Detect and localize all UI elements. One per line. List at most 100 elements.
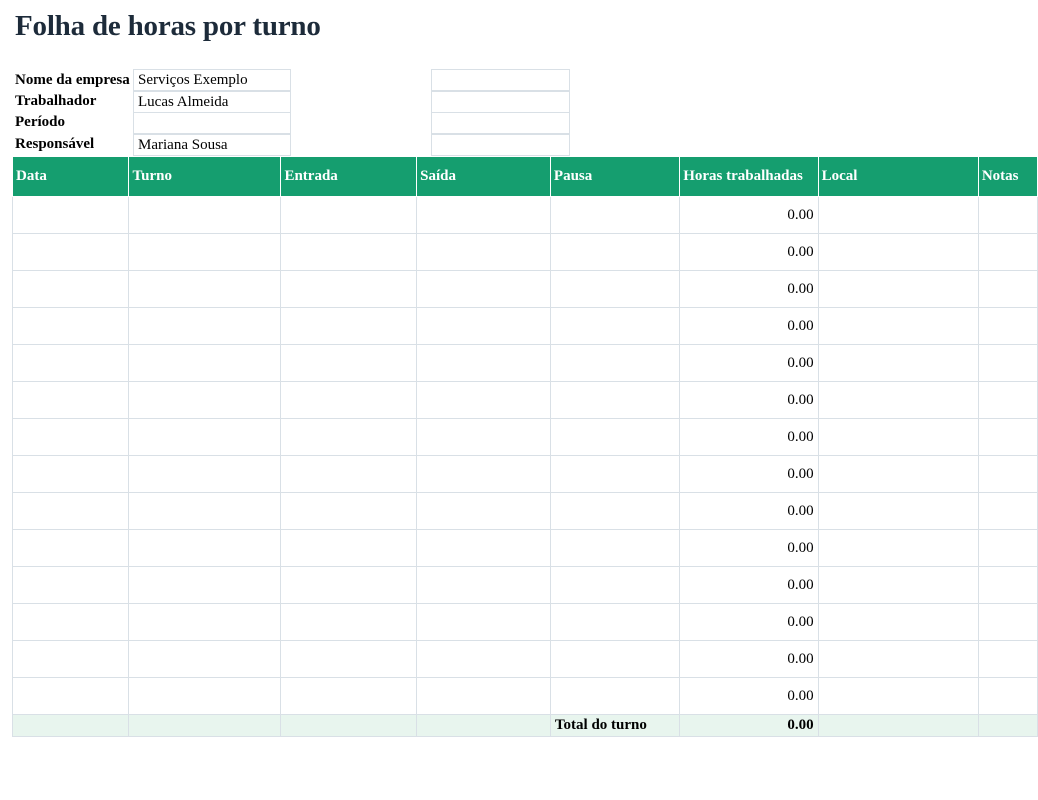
exit-cell[interactable] [416,196,551,234]
shift-cell[interactable] [128,381,282,419]
exit-cell[interactable] [416,677,551,715]
date-cell[interactable] [11,640,130,678]
break-cell[interactable] [549,566,681,604]
entry-cell[interactable] [280,455,418,493]
exit-cell[interactable] [416,566,551,604]
exit-cell[interactable] [416,233,551,271]
shift-cell[interactable] [128,529,282,567]
shift-cell[interactable] [128,603,282,641]
break-cell[interactable] [549,529,681,567]
entry-cell[interactable] [280,566,418,604]
exit-cell[interactable] [416,270,551,308]
location-cell[interactable] [817,418,979,456]
entry-cell[interactable] [280,640,418,678]
date-cell[interactable] [11,566,130,604]
notes-cell[interactable] [977,307,1038,345]
break-cell[interactable] [549,640,681,678]
shift-cell[interactable] [128,233,282,271]
entry-cell[interactable] [280,492,418,530]
location-cell[interactable] [817,455,979,493]
location-cell[interactable] [817,640,979,678]
location-cell[interactable] [817,603,979,641]
notes-cell[interactable] [977,344,1038,382]
shift-cell[interactable] [128,270,282,308]
break-cell[interactable] [549,233,681,271]
break-cell[interactable] [549,307,681,345]
shift-cell[interactable] [128,492,282,530]
notes-cell[interactable] [977,640,1038,678]
worker-field[interactable]: Lucas Almeida [133,91,291,113]
date-cell[interactable] [11,529,130,567]
company-name-field[interactable]: Serviços Exemplo [133,69,291,91]
exit-cell[interactable] [416,381,551,419]
notes-cell[interactable] [977,233,1038,271]
period-field[interactable] [133,112,291,134]
notes-cell[interactable] [977,529,1038,567]
date-cell[interactable] [11,270,130,308]
date-cell[interactable] [11,196,130,234]
location-cell[interactable] [817,492,979,530]
break-cell[interactable] [549,344,681,382]
shift-cell[interactable] [128,418,282,456]
shift-cell[interactable] [128,640,282,678]
date-cell[interactable] [11,381,130,419]
break-cell[interactable] [549,196,681,234]
break-cell[interactable] [549,418,681,456]
entry-cell[interactable] [280,270,418,308]
notes-cell[interactable] [977,418,1038,456]
entry-cell[interactable] [280,307,418,345]
info-extra-cell-4[interactable] [431,134,570,156]
entry-cell[interactable] [280,677,418,715]
break-cell[interactable] [549,270,681,308]
shift-cell[interactable] [128,344,282,382]
date-cell[interactable] [11,418,130,456]
notes-cell[interactable] [977,566,1038,604]
location-cell[interactable] [817,307,979,345]
entry-cell[interactable] [280,603,418,641]
exit-cell[interactable] [416,455,551,493]
location-cell[interactable] [817,196,979,234]
notes-cell[interactable] [977,270,1038,308]
info-extra-cell-3[interactable] [431,112,570,134]
location-cell[interactable] [817,233,979,271]
info-extra-cell-2[interactable] [431,91,570,113]
date-cell[interactable] [11,455,130,493]
supervisor-field[interactable]: Mariana Sousa [133,134,291,156]
date-cell[interactable] [11,344,130,382]
exit-cell[interactable] [416,307,551,345]
exit-cell[interactable] [416,492,551,530]
location-cell[interactable] [817,344,979,382]
date-cell[interactable] [11,603,130,641]
location-cell[interactable] [817,381,979,419]
break-cell[interactable] [549,677,681,715]
location-cell[interactable] [817,566,979,604]
entry-cell[interactable] [280,529,418,567]
shift-cell[interactable] [128,566,282,604]
shift-cell[interactable] [128,677,282,715]
notes-cell[interactable] [977,455,1038,493]
notes-cell[interactable] [977,381,1038,419]
date-cell[interactable] [11,677,130,715]
location-cell[interactable] [817,677,979,715]
notes-cell[interactable] [977,492,1038,530]
break-cell[interactable] [549,492,681,530]
entry-cell[interactable] [280,344,418,382]
notes-cell[interactable] [977,677,1038,715]
location-cell[interactable] [817,529,979,567]
exit-cell[interactable] [416,640,551,678]
entry-cell[interactable] [280,381,418,419]
shift-cell[interactable] [128,307,282,345]
break-cell[interactable] [549,381,681,419]
exit-cell[interactable] [416,344,551,382]
break-cell[interactable] [549,455,681,493]
notes-cell[interactable] [977,603,1038,641]
shift-cell[interactable] [128,455,282,493]
date-cell[interactable] [11,492,130,530]
entry-cell[interactable] [280,196,418,234]
exit-cell[interactable] [416,529,551,567]
entry-cell[interactable] [280,233,418,271]
date-cell[interactable] [11,233,130,271]
exit-cell[interactable] [416,603,551,641]
entry-cell[interactable] [280,418,418,456]
break-cell[interactable] [549,603,681,641]
